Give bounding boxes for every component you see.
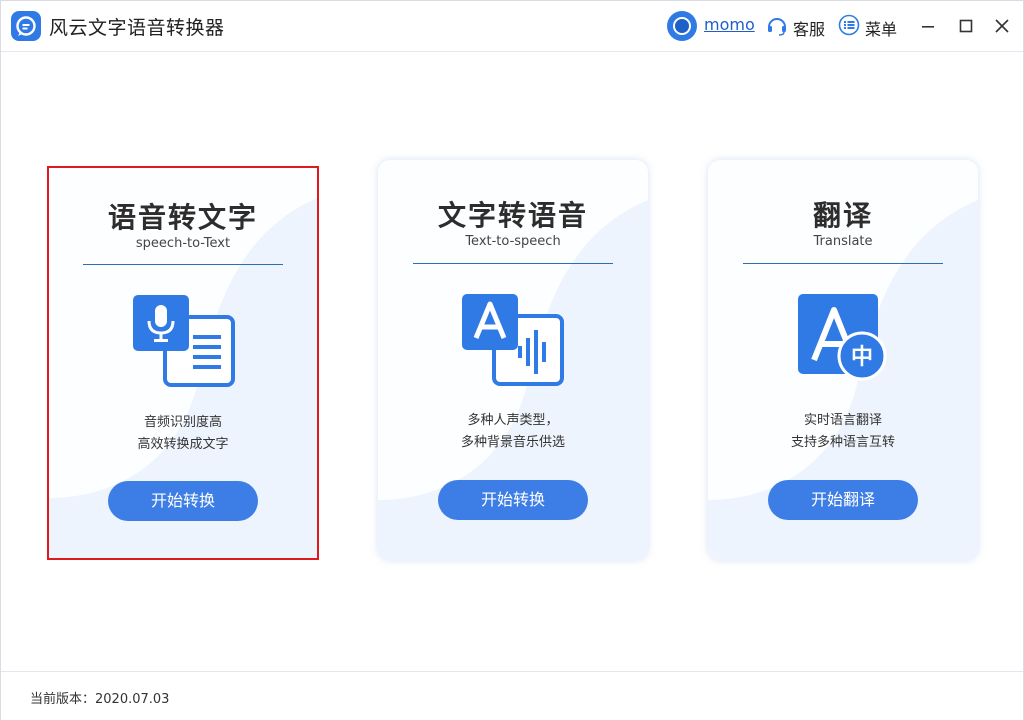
- card-title: 语音转文字: [107, 201, 258, 234]
- card-description-line: 实时语言翻译: [803, 413, 882, 428]
- start-translate-button[interactable]: 开始翻译: [768, 480, 918, 520]
- start-convert-button[interactable]: 开始转换: [108, 481, 258, 521]
- status-bar: 当前版本：2020.07.03: [1, 671, 1023, 720]
- card-description-line: 高效转换成文字: [137, 437, 229, 452]
- card-divider: [413, 263, 613, 264]
- maximize-icon[interactable]: [953, 13, 979, 39]
- card-subtitle: Text-to-speech: [465, 234, 561, 249]
- translate-icon-zh-glyph: 中: [851, 345, 873, 370]
- close-icon[interactable]: [989, 13, 1015, 39]
- card-title: 翻译: [812, 199, 873, 232]
- user-avatar[interactable]: [667, 11, 697, 41]
- card-divider: [743, 263, 943, 264]
- app-logo-icon: [11, 11, 41, 41]
- customer-service-button[interactable]: 客服: [793, 16, 825, 40]
- menu-button[interactable]: 菜单: [865, 16, 897, 40]
- app-window: 风云文字语音转换器 momo 客服 菜单 语音转文字 speech-to-Tex…: [0, 0, 1024, 720]
- translate-icon: 中: [798, 294, 887, 381]
- title-bar: 风云文字语音转换器 momo 客服 菜单: [1, 1, 1023, 52]
- app-title: 风云文字语音转换器: [49, 17, 225, 39]
- card-speech-to-text[interactable]: 语音转文字 speech-to-Text 音频识别度高 高效转换成文字 开始转换: [47, 166, 319, 560]
- card-description-line: 支持多种语言互转: [790, 435, 895, 450]
- card-description-line: 多种背景音乐供选: [460, 435, 565, 450]
- card-subtitle: Translate: [813, 234, 873, 249]
- card-title: 文字转语音: [437, 199, 588, 232]
- card-translate[interactable]: 翻译 Translate 中 实时语言翻译 支持多种语言互转 开始翻译: [708, 160, 978, 560]
- text-to-speech-icon: [462, 294, 564, 386]
- card-subtitle: speech-to-Text: [135, 236, 231, 251]
- user-name-link[interactable]: momo: [704, 15, 755, 34]
- card-description-line: 音频识别度高: [143, 415, 222, 430]
- card-text-to-speech[interactable]: 文字转语音 Text-to-speech 多种人声类型， 多种背景音乐供选 开始…: [378, 160, 648, 560]
- version-label: 当前版本：2020.07.03: [30, 692, 170, 707]
- speech-to-text-icon: [133, 295, 235, 387]
- card-description-line: 多种人声类型，: [467, 413, 559, 428]
- menu-icon[interactable]: [838, 14, 860, 36]
- headset-icon[interactable]: [766, 15, 788, 37]
- start-convert-button[interactable]: 开始转换: [438, 480, 588, 520]
- card-divider: [83, 264, 283, 265]
- minimize-icon[interactable]: [915, 13, 941, 39]
